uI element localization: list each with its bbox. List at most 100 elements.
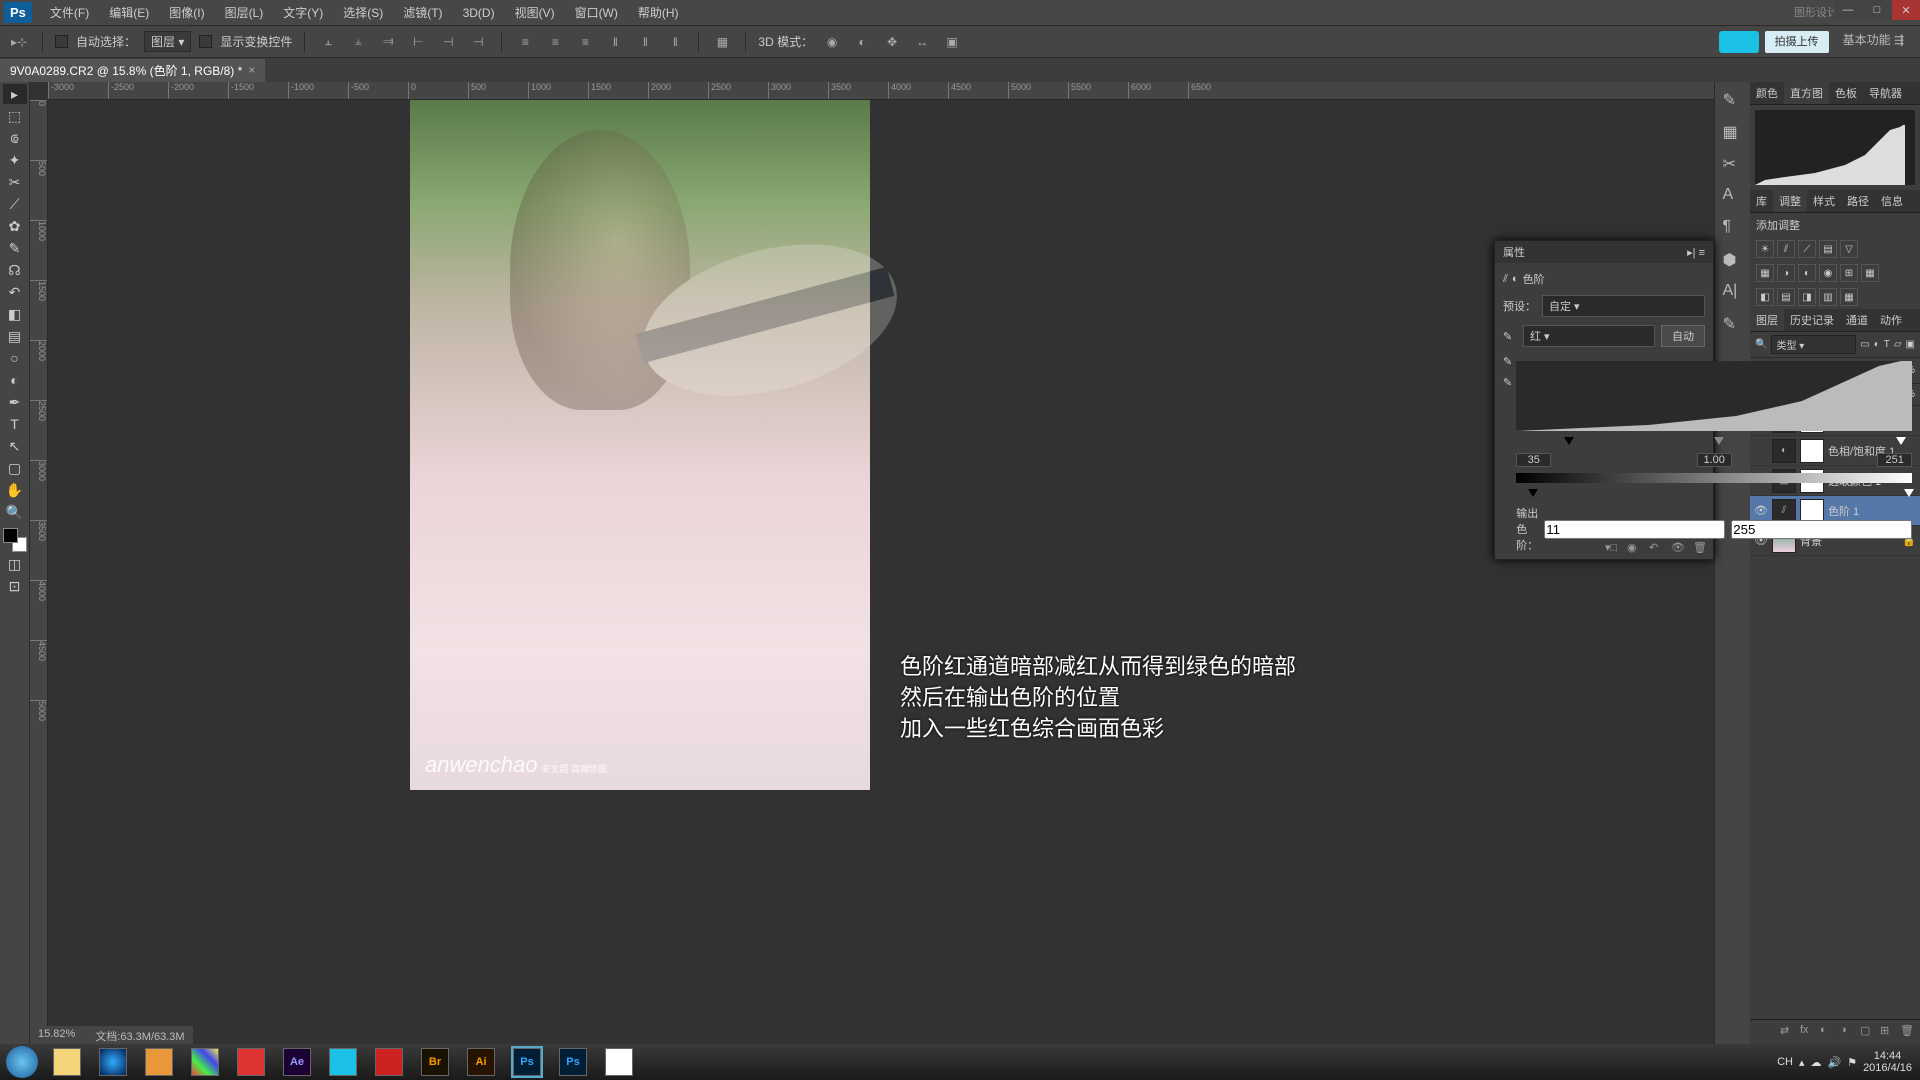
3d-scale-icon[interactable]: ▣ bbox=[941, 31, 963, 53]
screenmode-icon[interactable]: ⊡ bbox=[3, 576, 27, 596]
canvas-area[interactable]: -3000-2500-2000-1500-1000-50005001000150… bbox=[30, 82, 1714, 1044]
qq-icon[interactable] bbox=[605, 1048, 633, 1076]
adj-photo-icon[interactable]: ◉ bbox=[1819, 264, 1837, 282]
browser-icon[interactable] bbox=[99, 1048, 127, 1076]
mask-icon[interactable]: ◐ bbox=[1820, 1024, 1836, 1040]
dist-vcenter-icon[interactable]: ≡ bbox=[544, 31, 566, 53]
brush-tool[interactable]: ✎ bbox=[3, 238, 27, 258]
dist-left-icon[interactable]: ‖ bbox=[604, 31, 626, 53]
quickmask-icon[interactable]: ◫ bbox=[3, 554, 27, 574]
preset-dropdown[interactable]: 自定 ▾ bbox=[1542, 295, 1705, 317]
adj-poster-icon[interactable]: ▤ bbox=[1777, 288, 1795, 306]
newlayer-icon[interactable]: ⊞ bbox=[1880, 1024, 1896, 1040]
para-panel-icon[interactable]: ¶ bbox=[1723, 218, 1743, 238]
filter-adj-icon[interactable]: ◐ bbox=[1874, 339, 1880, 350]
adj-bw-icon[interactable]: ◐ bbox=[1798, 264, 1816, 282]
app-icon[interactable] bbox=[375, 1048, 403, 1076]
menu-help[interactable]: 帮助(H) bbox=[628, 4, 689, 21]
pen-tool[interactable]: ✒ bbox=[3, 392, 27, 412]
filter-img-icon[interactable]: ▭ bbox=[1860, 339, 1869, 350]
adj-vibrance-icon[interactable]: ▽ bbox=[1840, 240, 1858, 258]
workspace-dropdown[interactable]: 基本功能 ⇶ bbox=[1835, 31, 1912, 53]
clip-icon[interactable]: ▾□ bbox=[1605, 541, 1621, 555]
brush-presets-icon[interactable]: ▦ bbox=[1723, 122, 1743, 142]
clock-date[interactable]: 2016/4/16 bbox=[1863, 1062, 1912, 1074]
adj-thresh-icon[interactable]: ◨ bbox=[1798, 288, 1816, 306]
char-panel-icon[interactable]: A bbox=[1723, 186, 1743, 206]
adj-chanmix-icon[interactable]: ⊞ bbox=[1840, 264, 1858, 282]
input-slider[interactable] bbox=[1516, 437, 1912, 449]
tray-icon[interactable]: ▴ bbox=[1799, 1056, 1805, 1069]
tab-histogram[interactable]: 直方图 bbox=[1784, 82, 1829, 104]
ps-taskbar-icon[interactable]: Ps bbox=[513, 1048, 541, 1076]
tab-swatches[interactable]: 色板 bbox=[1829, 82, 1863, 104]
history-brush-tool[interactable]: ↶ bbox=[3, 282, 27, 302]
marquee-tool[interactable]: ⬚ bbox=[3, 106, 27, 126]
eyedropper-tool[interactable]: ⟋ bbox=[3, 194, 27, 214]
cloud-icon[interactable] bbox=[1719, 31, 1759, 53]
toggle-vis-icon[interactable]: 👁 bbox=[1671, 541, 1687, 555]
delete-adj-icon[interactable]: 🗑 bbox=[1693, 541, 1709, 555]
menu-edit[interactable]: 编辑(E) bbox=[99, 4, 159, 21]
upload-button[interactable]: 拍摄上传 bbox=[1765, 31, 1829, 53]
adj-curves-icon[interactable]: ⟋ bbox=[1798, 240, 1816, 258]
trash-icon[interactable]: 🗑 bbox=[1900, 1024, 1916, 1040]
tab-history[interactable]: 历史记录 bbox=[1784, 309, 1840, 331]
menu-type[interactable]: 文字(Y) bbox=[273, 4, 333, 21]
output-black[interactable] bbox=[1544, 520, 1725, 539]
menu-file[interactable]: 文件(F) bbox=[40, 4, 99, 21]
tray-icon[interactable]: 🔊 bbox=[1827, 1056, 1841, 1069]
menu-layer[interactable]: 图层(L) bbox=[215, 4, 274, 21]
ps-icon[interactable]: Ps bbox=[559, 1048, 587, 1076]
adj-invert-icon[interactable]: ◧ bbox=[1756, 288, 1774, 306]
tab-info[interactable]: 信息 bbox=[1875, 190, 1909, 212]
auto-align-icon[interactable]: ▦ bbox=[711, 31, 733, 53]
menu-image[interactable]: 图像(I) bbox=[159, 4, 214, 21]
align-vcenter-icon[interactable]: ⫨ bbox=[347, 31, 369, 53]
adj-brightness-icon[interactable]: ☀ bbox=[1756, 240, 1774, 258]
align-left-icon[interactable]: ⊢ bbox=[407, 31, 429, 53]
reset-icon[interactable]: ↶ bbox=[1649, 541, 1665, 555]
document-tab[interactable]: 9V0A0289.CR2 @ 15.8% (色阶 1, RGB/8) * × bbox=[0, 59, 265, 82]
app-icon[interactable] bbox=[145, 1048, 173, 1076]
align-bottom-icon[interactable]: ⫥ bbox=[377, 31, 399, 53]
adj-exposure-icon[interactable]: ▤ bbox=[1819, 240, 1837, 258]
menu-window[interactable]: 窗口(W) bbox=[565, 4, 628, 21]
notes-panel-icon[interactable]: ✎ bbox=[1723, 314, 1743, 334]
wand-tool[interactable]: ✦ bbox=[3, 150, 27, 170]
doc-info[interactable]: 文档:63.3M/63.3M bbox=[95, 1028, 184, 1042]
path-tool[interactable]: ↖ bbox=[3, 436, 27, 456]
tab-styles[interactable]: 样式 bbox=[1807, 190, 1841, 212]
tab-navigator[interactable]: 导航器 bbox=[1863, 82, 1908, 104]
lasso-tool[interactable]: ⟃ bbox=[3, 128, 27, 148]
align-hcenter-icon[interactable]: ⊣ bbox=[437, 31, 459, 53]
3d-pan-icon[interactable]: ✥ bbox=[881, 31, 903, 53]
eraser-tool[interactable]: ◧ bbox=[3, 304, 27, 324]
black-eyedropper-icon[interactable]: ✎ bbox=[1503, 330, 1517, 343]
dist-top-icon[interactable]: ≡ bbox=[514, 31, 536, 53]
ae-icon[interactable]: Ae bbox=[283, 1048, 311, 1076]
tab-lib[interactable]: 库 bbox=[1750, 190, 1773, 212]
output-slider[interactable] bbox=[1516, 489, 1912, 501]
group-icon[interactable]: ▢ bbox=[1860, 1024, 1876, 1040]
adj-selcol-icon[interactable]: ▦ bbox=[1840, 288, 1858, 306]
3d-rotate-icon[interactable]: ◉ bbox=[821, 31, 843, 53]
tab-adjustments[interactable]: 调整 bbox=[1773, 190, 1807, 212]
menu-view[interactable]: 视图(V) bbox=[505, 4, 565, 21]
gradient-tool[interactable]: ▤ bbox=[3, 326, 27, 346]
dist-bottom-icon[interactable]: ≡ bbox=[574, 31, 596, 53]
maximize-button[interactable]: □ bbox=[1863, 0, 1891, 20]
filter-shape-icon[interactable]: ▱ bbox=[1894, 339, 1902, 350]
app-icon[interactable] bbox=[191, 1048, 219, 1076]
align-top-icon[interactable]: ⫠ bbox=[317, 31, 339, 53]
auto-button[interactable]: 自动 bbox=[1661, 325, 1705, 347]
close-tab-icon[interactable]: × bbox=[248, 63, 255, 77]
input-white[interactable] bbox=[1877, 453, 1912, 467]
clone-source-icon[interactable]: ✂ bbox=[1723, 154, 1743, 174]
adj-levels-icon[interactable]: ⫽ bbox=[1777, 240, 1795, 258]
adjlayer-icon[interactable]: ◑ bbox=[1840, 1024, 1856, 1040]
dist-right-icon[interactable]: ‖ bbox=[664, 31, 686, 53]
dist-hcenter-icon[interactable]: ‖ bbox=[634, 31, 656, 53]
type-tool[interactable]: T bbox=[3, 414, 27, 434]
stamp-tool[interactable]: ☊ bbox=[3, 260, 27, 280]
